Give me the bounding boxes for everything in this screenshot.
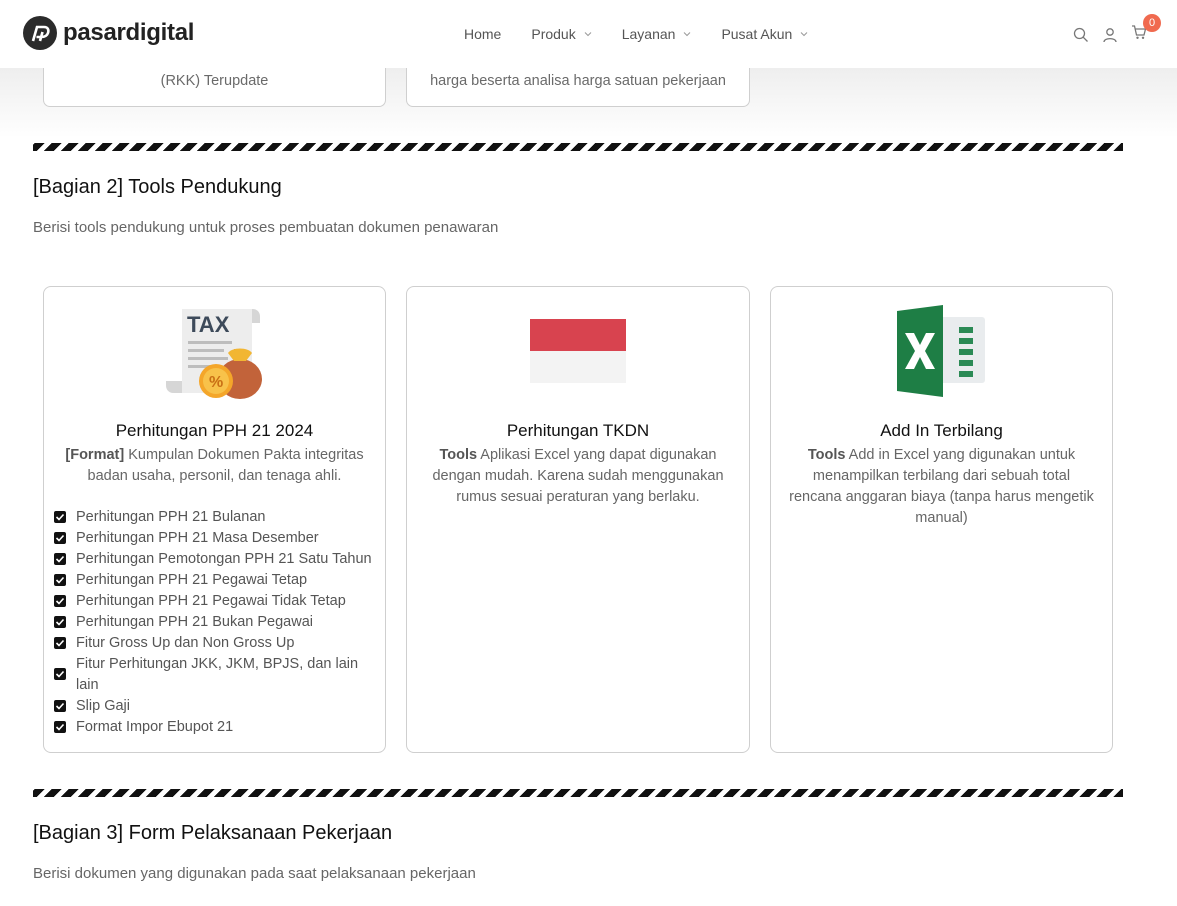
checklist-item: Fitur Perhitungan JKK, JKM, BPJS, dan la… <box>54 654 377 696</box>
section-title: [Bagian 2] Tools Pendukung <box>33 176 282 198</box>
checkbox-icon <box>54 700 66 712</box>
card-desc-text: Kumpulan Dokumen Pakta integritas badan … <box>87 447 364 484</box>
cart-button[interactable]: 0 <box>1131 14 1161 45</box>
site-header: pasardigital Home Produk Layanan Pusat A… <box>0 0 1177 68</box>
tax-money-bag-icon: TAX % <box>165 309 262 399</box>
stripe-divider <box>33 789 1123 797</box>
excel-icon <box>896 305 985 397</box>
checklist-item-label: Format Impor Ebupot 21 <box>76 719 234 735</box>
chevron-down-icon <box>584 32 592 37</box>
indonesia-flag-icon <box>530 319 626 383</box>
checklist-item: Format Impor Ebupot 21 <box>54 717 377 738</box>
product-card-terbilang[interactable]: Add In Terbilang Tools Add in Excel yang… <box>770 286 1113 753</box>
checklist-item: Perhitungan Pemotongan PPH 21 Satu Tahun <box>54 549 377 570</box>
checklist-item-label: Perhitungan PPH 21 Masa Desember <box>76 530 319 546</box>
logo-text: pasardigital <box>63 19 195 46</box>
section-description: Berisi tools pendukung untuk proses pemb… <box>33 219 499 236</box>
nav-layanan-label: Layanan <box>621 26 676 42</box>
card-title: Perhitungan TKDN <box>506 421 650 440</box>
user-icon[interactable] <box>1102 27 1118 43</box>
stripe-divider <box>33 143 1123 151</box>
checklist-item: Perhitungan PPH 21 Masa Desember <box>54 528 377 549</box>
checklist-item-label: Perhitungan PPH 21 Pegawai Tidak Tetap <box>76 593 346 609</box>
header-actions: 0 <box>1060 14 1161 45</box>
main-nav: Home Produk Layanan Pusat Akun <box>464 26 838 42</box>
card-desc-bold: [Format] <box>65 447 125 463</box>
checklist-item: Perhitungan PPH 21 Pegawai Tidak Tetap <box>54 591 377 612</box>
card-desc-bold: Tools <box>807 447 846 463</box>
product-card-pph21[interactable]: TAX % Perhitungan PPH 21 2024 [Format] K… <box>43 286 386 753</box>
checklist-item: Perhitungan PPH 21 Bulanan <box>54 507 377 528</box>
checkbox-icon <box>54 595 66 607</box>
nav-layanan[interactable]: Layanan <box>622 26 692 42</box>
checkbox-icon <box>54 532 66 544</box>
nav-produk-label: Produk <box>531 26 576 42</box>
card-description: Tools Add in Excel yang digunakan untuk … <box>787 445 1096 529</box>
checklist-item: Perhitungan PPH 21 Bukan Pegawai <box>54 612 377 633</box>
card-title: Add In Terbilang <box>880 421 1003 440</box>
nav-home-label: Home <box>464 26 502 42</box>
nav-home[interactable]: Home <box>464 26 501 42</box>
checklist-item: Perhitungan PPH 21 Pegawai Tetap <box>54 570 377 591</box>
checkbox-icon <box>54 637 66 649</box>
checklist-item-label: Fitur Perhitungan JKK, JKM, BPJS, dan la… <box>76 656 359 693</box>
top-card-text: (RKK) Terupdate <box>160 73 269 89</box>
card-description: [Format] Kumpulan Dokumen Pakta integrit… <box>60 445 369 487</box>
checkbox-icon <box>54 511 66 523</box>
product-card-tkdn[interactable]: Perhitungan TKDN Tools Aplikasi Excel ya… <box>406 286 750 753</box>
feature-checklist: Perhitungan PPH 21 Bulanan Perhitungan P… <box>54 507 377 738</box>
cart-count-badge: 0 <box>1143 14 1161 32</box>
nav-pusat-akun[interactable]: Pusat Akun <box>721 26 808 42</box>
chevron-down-icon <box>684 32 691 37</box>
svg-text:TAX: TAX <box>187 312 230 337</box>
nav-produk[interactable]: Produk <box>531 26 592 42</box>
checklist-item-label: Slip Gaji <box>76 698 130 714</box>
top-card-text: harga beserta analisa harga satuan peker… <box>430 73 726 89</box>
checklist-item: Slip Gaji <box>54 696 377 717</box>
svg-text:%: % <box>209 374 223 391</box>
logo-mark-icon <box>23 16 57 50</box>
search-icon[interactable] <box>1073 27 1089 43</box>
site-logo[interactable]: pasardigital <box>23 16 194 50</box>
checklist-item: Fitur Gross Up dan Non Gross Up <box>54 633 377 654</box>
checklist-item-label: Perhitungan PPH 21 Bukan Pegawai <box>76 614 313 630</box>
checkbox-icon <box>54 574 66 586</box>
checklist-item-label: Perhitungan PPH 21 Pegawai Tetap <box>76 572 308 588</box>
checkbox-icon <box>54 616 66 628</box>
card-description: Tools Aplikasi Excel yang dapat digunaka… <box>423 445 733 508</box>
checkbox-icon <box>54 721 66 733</box>
section-description: Berisi dokumen yang digunakan pada saat … <box>33 865 476 882</box>
checklist-item-label: Perhitungan PPH 21 Bulanan <box>76 509 266 525</box>
card-title: Perhitungan PPH 21 2024 <box>115 421 314 440</box>
card-desc-bold: Tools <box>439 447 478 463</box>
chevron-down-icon <box>800 32 808 37</box>
card-desc-text: Aplikasi Excel yang dapat digunakan deng… <box>432 447 724 505</box>
checkbox-icon <box>54 553 66 565</box>
checkbox-icon <box>54 668 66 680</box>
checklist-item-label: Fitur Gross Up dan Non Gross Up <box>76 635 295 651</box>
checklist-item-label: Perhitungan Pemotongan PPH 21 Satu Tahun <box>76 551 372 567</box>
section-title: [Bagian 3] Form Pelaksanaan Pekerjaan <box>33 822 393 844</box>
nav-pusat-akun-label: Pusat Akun <box>721 26 793 42</box>
